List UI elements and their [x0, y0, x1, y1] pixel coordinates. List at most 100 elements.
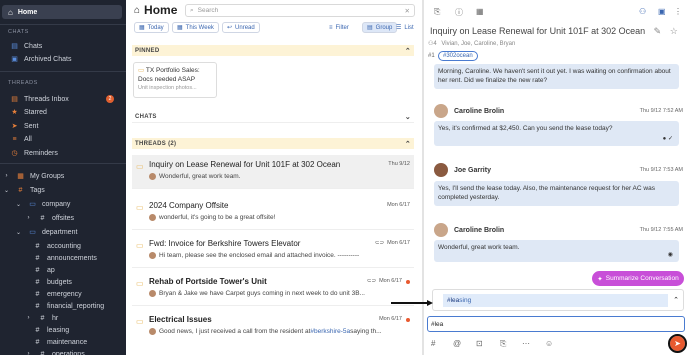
list-icon: ☰ [396, 25, 402, 31]
chevron-right-icon: › [5, 173, 8, 179]
tag-announcements[interactable]: # announcements [33, 252, 97, 264]
more-icon[interactable]: ⋮ [674, 7, 682, 16]
sidebar-item-label: Threads Inbox [24, 95, 69, 103]
thread-date-wrap: ⊂⊃ Mon 6/17 [367, 278, 402, 284]
tag-ap[interactable]: # ap [33, 264, 55, 276]
chip-label: Today [147, 24, 164, 31]
hash-icon[interactable]: # [431, 339, 435, 348]
calendar-icon: ▦ [139, 25, 145, 31]
tag-label: leasing [47, 326, 70, 334]
message-input[interactable]: #lea [427, 316, 685, 332]
thread-row[interactable]: ▭ Inquiry on Lease Renewal for Unit 101F… [132, 155, 414, 189]
search-input[interactable]: ⌕ Search ✕ [185, 4, 415, 17]
section-header-pinned[interactable]: PINNED ⌃ [132, 45, 414, 56]
section-header-threads[interactable]: THREADS (2) ⌃ [132, 138, 414, 149]
pinned-line-3: Unit inspection photos... [138, 85, 197, 91]
section-header-chats[interactable]: CHATS ⌄ [132, 112, 414, 123]
sidebar-item-starred[interactable]: ★ Starred [10, 106, 47, 118]
participants[interactable]: ⚇4 Vivian, Joe, Caroline, Bryan [428, 40, 515, 47]
preview-text: saying th... [350, 328, 382, 335]
star-icon[interactable]: ☆ [670, 26, 678, 36]
read-receipt-icon: ● ✓ [662, 136, 673, 142]
chat-icon: ▭ [136, 241, 144, 250]
sidebar-item-archived-chats[interactable]: ▣ Archived Chats [10, 53, 71, 65]
thread-row[interactable]: ▭ Rehab of Portside Tower's Unit ⊂⊃ Mon 6… [132, 272, 414, 306]
view-list-button[interactable]: ☰ List [392, 22, 418, 33]
participants-count: 4 [433, 41, 437, 47]
thread-date: Thu 9/12 [388, 161, 410, 167]
tag-maintenance[interactable]: # maintenance [33, 336, 88, 348]
tag-emergency[interactable]: # emergency [33, 288, 82, 300]
info-icon[interactable]: ⓘ [455, 7, 463, 18]
sidebar-item-all[interactable]: ≡ All [10, 133, 31, 145]
sidebar-item-chats[interactable]: ▤ Chats [10, 40, 42, 52]
chat-icon: ▤ [11, 43, 18, 50]
tag-accounting[interactable]: # accounting [33, 240, 81, 252]
sidebar-item-threads-inbox[interactable]: ▤ Threads Inbox [10, 93, 69, 105]
tag-label: budgets [47, 278, 72, 286]
avatar [149, 328, 156, 335]
calendar-icon[interactable]: ▦ [476, 7, 484, 16]
section-header-threads: THREADS [8, 80, 38, 86]
thread-row[interactable]: ▭ Fwd: Invoice for Berkshire Towers Elev… [132, 234, 414, 268]
chevron-up-icon[interactable]: ⌃ [673, 296, 679, 304]
link-icon[interactable]: ⊡ [476, 339, 483, 348]
filter-chip-unread[interactable]: ↩ Unread [222, 22, 260, 33]
filter-chip-this-week[interactable]: ▦ This Week [172, 22, 219, 33]
thread-row[interactable]: ▭ 2024 Company Offsite Mon 6/17 wonderfu… [132, 196, 414, 230]
people-icon[interactable]: ⚇ [639, 7, 646, 16]
chevron-right-icon: › [27, 215, 30, 221]
send-icon: ➤ [674, 339, 681, 348]
tag-label: ap [47, 266, 55, 274]
attachment-icon[interactable]: ⎘ [500, 339, 506, 349]
tag-count-value: 1 [431, 53, 435, 59]
chevron-up-icon: ⌃ [404, 140, 411, 148]
sidebar-item-tags[interactable]: ⌄ # Tags [2, 184, 45, 196]
emoji-icon[interactable]: ☺ [545, 339, 553, 348]
thread-row[interactable]: ▭ Electrical Issues Mon 6/17 Good news, … [132, 310, 414, 344]
tag-offsites[interactable]: › # offsites [24, 212, 75, 224]
tag-leasing[interactable]: # leasing [33, 324, 70, 336]
sidebar-item-label: My Groups [30, 172, 65, 180]
tag-hr[interactable]: › # hr [24, 312, 59, 324]
tag-label: announcements [47, 254, 97, 262]
close-icon[interactable]: ✕ [405, 7, 410, 15]
pinned-card[interactable]: ▭ TX Portfolio Sales: Docs needed ASAP U… [133, 62, 217, 98]
tag-financial-reporting[interactable]: # financial_reporting [33, 300, 105, 312]
thread-title: Fwd: Invoice for Berkshire Towers Elevat… [149, 239, 301, 248]
thread-title: Rehab of Portside Tower's Unit [149, 277, 267, 286]
sidebar-item-my-groups[interactable]: › ▦ My Groups [2, 170, 65, 182]
tag-folder-company[interactable]: ⌄ ▭ company [14, 198, 70, 210]
sender-name: Joe Garrity [454, 166, 491, 174]
sidebar-item-sent[interactable]: ➤ Sent [10, 120, 39, 132]
preview-text: Good news, I just received a call from t… [159, 328, 311, 335]
send-button[interactable]: ➤ [668, 334, 687, 353]
sender-name: Caroline Brolin [454, 107, 505, 115]
tag-pill[interactable]: #302ocean [438, 51, 478, 61]
at-mention-icon[interactable]: @ [453, 339, 461, 348]
filter-button[interactable]: ≡ Filter [325, 22, 353, 33]
tag-budgets[interactable]: # budgets [33, 276, 72, 288]
tag-suggestion-item[interactable]: #lea sing [443, 294, 668, 307]
sidebar-item-label: Chats [24, 42, 43, 50]
chip-label: Unread [235, 24, 255, 31]
tag-operations[interactable]: › # operations [24, 348, 85, 355]
attachment-icon[interactable]: ⎘ [434, 7, 440, 17]
layers-icon: ≡ [12, 135, 17, 143]
hash-icon: # [35, 278, 40, 286]
tag-folder-department[interactable]: ⌄ ▭ department [14, 226, 77, 238]
more-options-icon[interactable]: ⋯ [522, 339, 530, 348]
filter-icon: ≡ [329, 24, 333, 31]
edit-icon[interactable]: ✎ [654, 26, 662, 36]
filter-chip-today[interactable]: ▦ Today [134, 22, 169, 33]
sidebar-item-reminders[interactable]: ◷ Reminders [10, 147, 57, 159]
chip-label: Group [375, 24, 393, 31]
chip-label: This Week [185, 24, 214, 31]
unread-dot [406, 318, 410, 322]
summarize-conversation-button[interactable]: ✦ Summarize Conversation [592, 271, 684, 286]
sidebar-item-home[interactable]: ⌂ Home [2, 5, 122, 19]
tag-link[interactable]: #berkshire-5a [310, 328, 350, 335]
tag-label: offsites [52, 214, 75, 222]
message-time: Thu 9/12 7:52 AM [639, 108, 683, 114]
window-icon[interactable]: ▣ [658, 7, 666, 16]
